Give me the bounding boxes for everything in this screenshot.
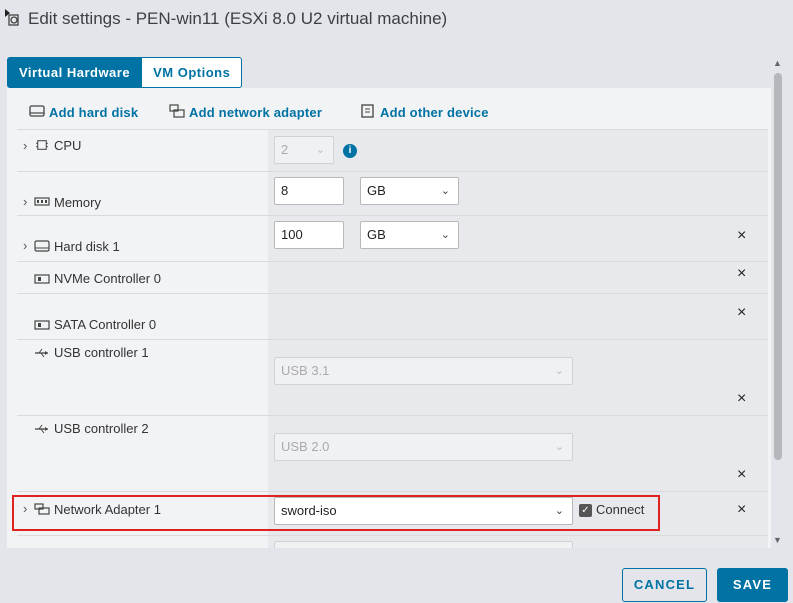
usb-icon xyxy=(35,424,48,434)
tab-bar: Virtual Hardware VM Options xyxy=(7,57,243,88)
remove-hard-disk-close-icon[interactable]: × xyxy=(737,227,746,245)
tab-vm-options[interactable]: VM Options xyxy=(142,57,243,88)
usb1-type-value: USB 3.1 xyxy=(281,363,330,378)
memory-icon xyxy=(34,197,50,206)
chevron-down-icon: ⌄ xyxy=(440,185,450,197)
save-button[interactable]: SAVE xyxy=(717,568,788,602)
chevron-down-icon: ⌄ xyxy=(315,144,325,156)
hard-disk-icon xyxy=(34,240,50,252)
network-adapter-icon xyxy=(169,104,185,118)
cpu-icon xyxy=(36,140,48,150)
add-network-adapter-button[interactable]: Add network adapter xyxy=(169,104,323,120)
vm-settings-icon xyxy=(5,9,19,26)
add-hard-disk-button[interactable]: Add hard disk xyxy=(29,105,139,120)
chevron-right-icon[interactable]: › xyxy=(23,238,27,253)
remove-nvme-close-icon[interactable]: × xyxy=(737,265,746,283)
memory-size-input[interactable]: 8 xyxy=(274,177,344,205)
hard-disk-label: Hard disk 1 xyxy=(54,239,120,254)
hardware-panel: Add hard disk Add network adapter Add ot… xyxy=(7,88,771,548)
nvme-controller-label: NVMe Controller 0 xyxy=(54,271,161,286)
hard-disk-icon xyxy=(29,105,45,117)
add-hard-disk-label: Add hard disk xyxy=(49,105,139,120)
chevron-right-icon[interactable]: › xyxy=(23,138,27,153)
usb-controller-2-label: USB controller 2 xyxy=(54,421,149,436)
cpu-count-select[interactable]: 2 ⌄ xyxy=(274,136,334,164)
chevron-down-icon: ⌄ xyxy=(555,542,564,548)
cpu-label: CPU xyxy=(54,138,82,153)
chevron-down-icon: ⌄ xyxy=(554,365,564,377)
controller-icon xyxy=(34,274,50,284)
usb2-type-select[interactable]: USB 2.0 ⌄ xyxy=(274,433,573,461)
remove-network-close-icon[interactable]: × xyxy=(737,501,746,519)
usb2-type-value: USB 2.0 xyxy=(281,439,330,454)
table-row-sata: SATA Controller 0 × xyxy=(17,293,768,340)
table-row-cpu: › CPU 2 ⌄ i xyxy=(17,129,768,172)
dialog-title-bar: Edit settings - PEN-win11 (ESXi 8.0 U2 v… xyxy=(0,0,793,40)
network-adapter-highlight xyxy=(12,495,660,531)
dialog-title: Edit settings - PEN-win11 (ESXi 8.0 U2 v… xyxy=(28,9,448,28)
table-row-usb1: USB controller 1 USB 3.1 ⌄ × xyxy=(17,339,768,416)
remove-usb2-close-icon[interactable]: × xyxy=(737,466,746,484)
hard-disk-unit-value: GB xyxy=(367,227,386,242)
hard-disk-unit-select[interactable]: GB ⌄ xyxy=(360,221,459,249)
add-network-adapter-label: Add network adapter xyxy=(189,105,323,120)
sata-controller-label: SATA Controller 0 xyxy=(54,317,157,332)
usb1-type-select[interactable]: USB 3.1 ⌄ xyxy=(274,357,573,385)
cpu-count-value: 2 xyxy=(281,142,289,157)
cancel-button[interactable]: CANCEL xyxy=(622,568,707,602)
table-row-network-details: ⌄ xyxy=(17,535,768,548)
add-other-device-button[interactable]: Add other device xyxy=(361,104,489,120)
chevron-down-icon: ⌄ xyxy=(440,229,450,241)
controller-icon xyxy=(34,320,50,330)
memory-unit-value: GB xyxy=(367,183,386,198)
memory-unit-select[interactable]: GB ⌄ xyxy=(360,177,459,205)
info-icon[interactable]: i xyxy=(343,144,357,158)
table-row-hard-disk: › Hard disk 1 100 GB ⌄ × xyxy=(17,215,768,262)
table-row-nvme: NVMe Controller 0 × xyxy=(17,261,768,294)
usb-controller-1-label: USB controller 1 xyxy=(54,345,149,360)
tab-virtual-hardware[interactable]: Virtual Hardware xyxy=(7,57,143,88)
remove-usb1-close-icon[interactable]: × xyxy=(737,390,746,408)
chevron-down-icon: ⌄ xyxy=(554,441,564,453)
add-other-device-label: Add other device xyxy=(380,105,489,120)
vertical-scrollbar[interactable]: ▲ ▼ xyxy=(771,58,785,548)
hardware-toolbar: Add hard disk Add network adapter Add ot… xyxy=(7,88,771,128)
table-row-memory: › Memory 8 GB ⌄ xyxy=(17,171,768,216)
scroll-thumb[interactable] xyxy=(774,73,782,460)
table-row-usb2: USB controller 2 USB 2.0 ⌄ × xyxy=(17,415,768,492)
network-adapter-type-select[interactable]: ⌄ xyxy=(274,541,573,548)
remove-sata-close-icon[interactable]: × xyxy=(737,304,746,322)
chevron-right-icon[interactable]: › xyxy=(23,194,27,209)
hard-disk-size-input[interactable]: 100 xyxy=(274,221,344,249)
scroll-down-icon[interactable]: ▼ xyxy=(773,535,782,545)
other-device-icon xyxy=(361,104,374,118)
usb-icon xyxy=(35,348,48,358)
memory-label: Memory xyxy=(54,195,101,210)
scroll-up-icon[interactable]: ▲ xyxy=(773,58,782,68)
